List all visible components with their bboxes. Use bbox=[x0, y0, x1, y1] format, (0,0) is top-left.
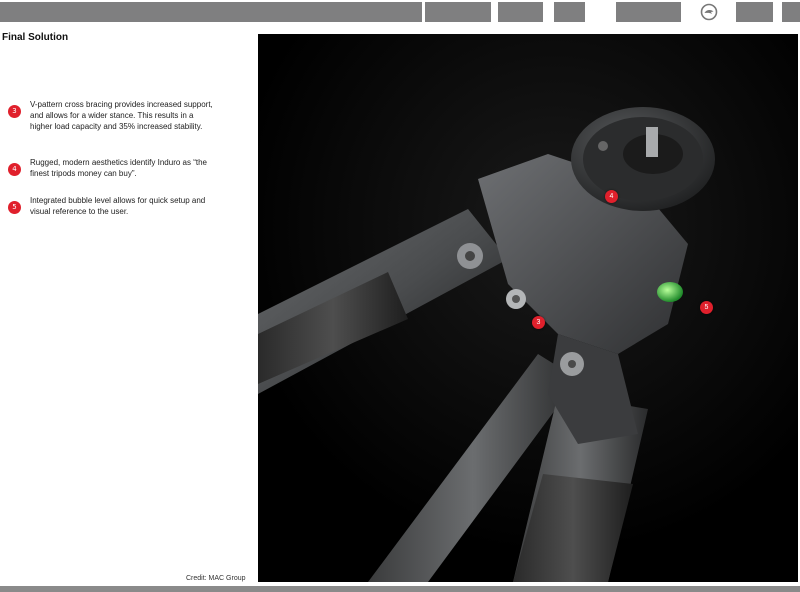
feature-description: Integrated bubble level allows for quick… bbox=[30, 196, 206, 216]
photo-marker-3: 3 bbox=[532, 316, 545, 329]
top-nav-bar bbox=[0, 0, 800, 26]
nav-button-1[interactable] bbox=[425, 2, 491, 22]
photo-credit: Credit: MAC Group bbox=[186, 575, 246, 582]
feature-number-badge: 5 bbox=[8, 201, 21, 214]
nav-button-4[interactable] bbox=[616, 2, 681, 22]
feature-item-3: 3 V-pattern cross bracing provides incre… bbox=[8, 99, 248, 132]
tripod-photo: 4 3 5 bbox=[258, 34, 798, 582]
photo-marker-5: 5 bbox=[700, 301, 713, 314]
nav-button-2[interactable] bbox=[498, 2, 543, 22]
page-title: Final Solution bbox=[2, 32, 69, 43]
feature-number-badge: 4 bbox=[8, 163, 21, 176]
feature-description: V-pattern cross bracing provides increas… bbox=[30, 100, 213, 131]
bottom-bar bbox=[0, 586, 800, 592]
brand-logo-icon[interactable] bbox=[700, 3, 718, 21]
feature-item-5: 5 Integrated bubble level allows for qui… bbox=[8, 195, 248, 217]
feature-number-badge: 3 bbox=[8, 105, 21, 118]
nav-title-bar bbox=[0, 2, 422, 22]
feature-item-4: 4 Rugged, modern aesthetics identify Ind… bbox=[8, 157, 248, 179]
tripod-illustration bbox=[258, 34, 798, 582]
nav-button-3[interactable] bbox=[554, 2, 585, 22]
nav-button-6[interactable] bbox=[782, 2, 800, 22]
photo-marker-4: 4 bbox=[605, 190, 618, 203]
nav-button-5[interactable] bbox=[736, 2, 773, 22]
feature-description: Rugged, modern aesthetics identify Indur… bbox=[30, 158, 207, 178]
